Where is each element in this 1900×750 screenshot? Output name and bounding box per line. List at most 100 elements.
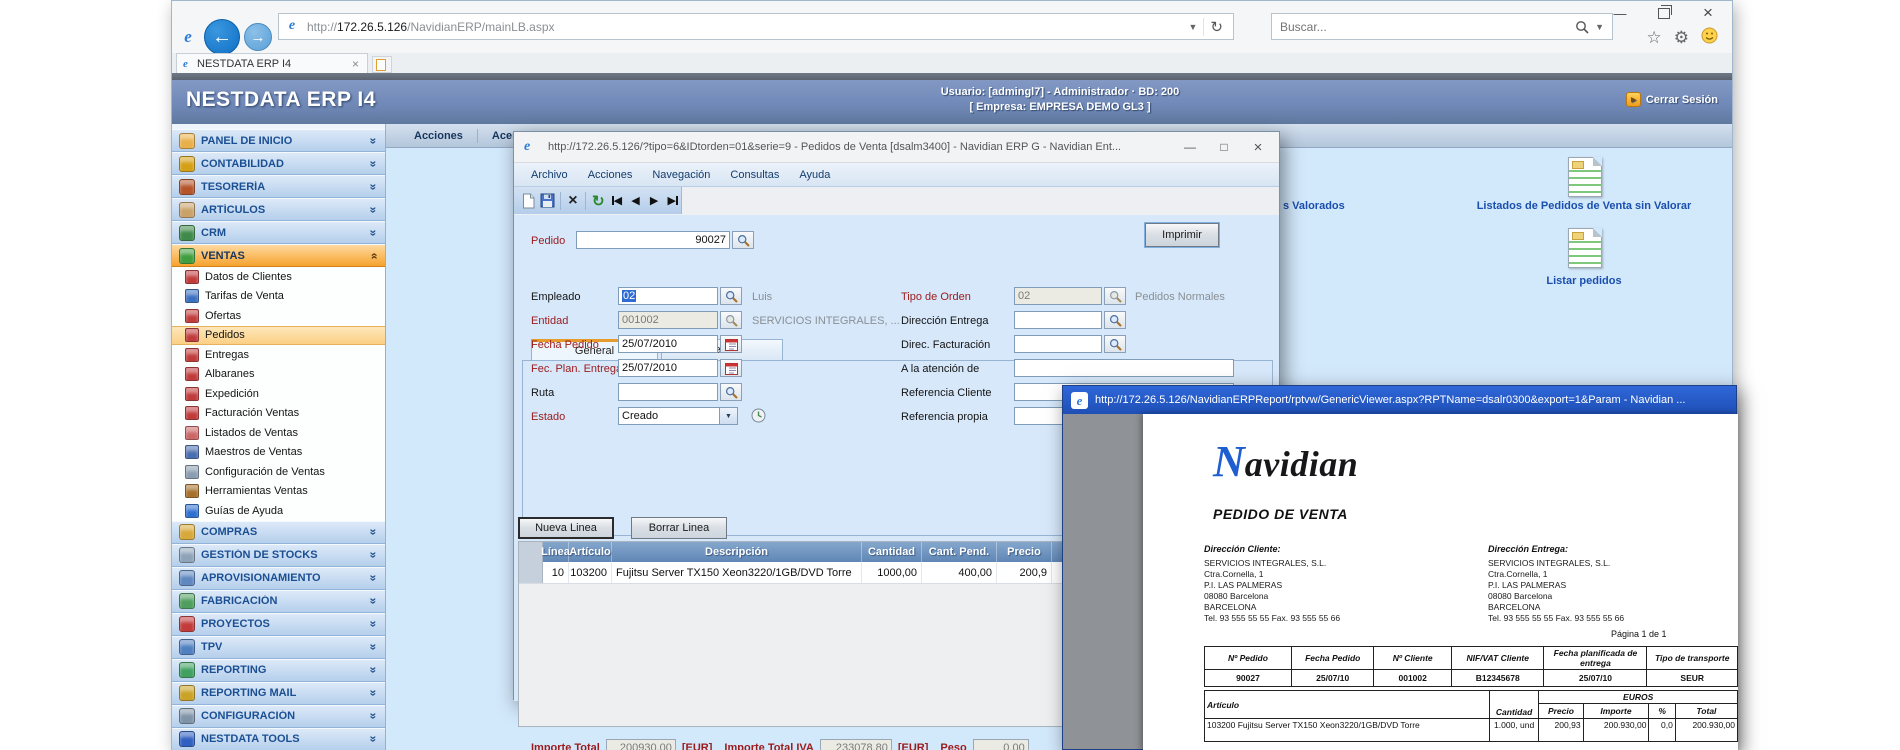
tipo-orden-lookup-button[interactable]	[1104, 287, 1126, 305]
direc-facturacion-lookup-button[interactable]	[1104, 335, 1126, 353]
atencion-input[interactable]	[1014, 359, 1234, 377]
estado-select[interactable]: Creado ▼	[618, 407, 738, 425]
forward-button[interactable]: →	[244, 23, 272, 51]
grid-header-descripcion[interactable]: Descripción	[612, 542, 862, 562]
sidebar-item-gestion-de-stocks[interactable]: GESTIÓN DE STOCKS »	[172, 544, 385, 567]
menu-acciones[interactable]: Acciones	[404, 128, 473, 144]
popup-maximize-button[interactable]: □	[1207, 135, 1241, 159]
sidebar-item-compras[interactable]: COMPRAS »	[172, 521, 385, 544]
sidebar-item-reporting[interactable]: REPORTING »	[172, 659, 385, 682]
sidebar-item-tarifas-de-venta[interactable]: Tarifas de Venta »	[172, 287, 385, 307]
sidebar-item-panel-de-inicio[interactable]: PANEL DE INICIO »	[172, 129, 385, 152]
back-button[interactable]: ←	[204, 19, 240, 55]
fec-plan-entrega-input[interactable]: 25/07/2010	[618, 359, 718, 377]
fec-plan-entrega-label: Fec. Plan. Entrega	[531, 363, 622, 375]
sidebar-item-crm[interactable]: CRM »	[172, 221, 385, 244]
grid-header-linea[interactable]: Línea	[543, 542, 569, 562]
sidebar-item-ofertas[interactable]: Ofertas »	[172, 306, 385, 326]
grid-row-selector[interactable]	[519, 562, 543, 583]
report-icon-sin-valorar[interactable]	[1568, 157, 1602, 197]
fecha-pedido-calendar-button[interactable]	[720, 335, 742, 353]
direccion-entrega-input[interactable]	[1014, 311, 1102, 329]
sidebar-item-maestros-de-ventas[interactable]: Maestros de Ventas »	[172, 443, 385, 463]
first-record-button[interactable]: ◀	[609, 189, 626, 213]
link-sin-valorar[interactable]: Listados de Pedidos de Venta sin Valorar	[1477, 200, 1692, 212]
save-button[interactable]	[539, 189, 556, 213]
last-record-button[interactable]: ▶	[664, 189, 681, 213]
grid-header-cant-pend[interactable]: Cant. Pend.	[922, 542, 997, 562]
autocomplete-dropdown-icon[interactable]: ▼	[1183, 22, 1204, 32]
new-tab-button[interactable]	[372, 56, 392, 73]
grid-header-precio[interactable]: Precio	[997, 542, 1052, 562]
sidebar-item-fabricacion[interactable]: FABRICACIÓN »	[172, 590, 385, 613]
sidebar-item-expedicion[interactable]: Expedición »	[172, 384, 385, 404]
link-listar-pedidos[interactable]: Listar pedidos	[1546, 275, 1621, 287]
grid-header-cantidad[interactable]: Cantidad	[862, 542, 922, 562]
sidebar-item-reporting-mail[interactable]: REPORTING MAIL »	[172, 682, 385, 705]
empleado-input[interactable]: 02	[618, 287, 718, 305]
new-record-button[interactable]	[520, 189, 537, 213]
entidad-lookup-button[interactable]	[720, 311, 742, 329]
popup-close-button[interactable]: ×	[1241, 135, 1275, 159]
direccion-entrega-lookup-button[interactable]	[1104, 311, 1126, 329]
imprimir-button[interactable]: Imprimir	[1145, 223, 1219, 247]
estado-history-icon[interactable]	[750, 407, 767, 429]
popup-title-bar[interactable]: e http://172.26.5.126/?tipo=6&IDtorden=0…	[514, 132, 1279, 163]
report-icon-listar-pedidos[interactable]	[1568, 228, 1602, 268]
sidebar-item-tpv[interactable]: TPV »	[172, 636, 385, 659]
empleado-lookup-button[interactable]	[720, 287, 742, 305]
sidebar-item-proyectos[interactable]: PROYECTOS »	[172, 613, 385, 636]
search-input[interactable]	[1272, 20, 1571, 34]
next-record-button[interactable]: ▶	[646, 189, 663, 213]
smiley-feedback-icon[interactable]	[1701, 27, 1718, 49]
sidebar-item-contabilidad[interactable]: CONTABILIDAD »	[172, 152, 385, 175]
popup-minimize-button[interactable]: —	[1173, 135, 1207, 159]
sidebar-item-listados-de-ventas[interactable]: Listados de Ventas »	[172, 423, 385, 443]
sidebar-item-guias-de-ayuda[interactable]: Guías de Ayuda »	[172, 501, 385, 521]
tab-close-icon[interactable]: ×	[350, 57, 361, 71]
sidebar-item-aprovisionamiento[interactable]: APROVISIONAMIENTO »	[172, 567, 385, 590]
delete-record-button[interactable]: ×	[565, 189, 582, 213]
favorites-star-icon[interactable]: ☆	[1647, 28, 1662, 48]
logout-button[interactable]: ▸ Cerrar Sesión	[1626, 92, 1718, 107]
link-valorados-partial[interactable]: s Valorados	[1283, 200, 1345, 212]
popup-menu-archivo[interactable]: Archivo	[522, 166, 577, 184]
nueva-linea-button[interactable]: Nueva Linea	[518, 517, 614, 539]
popup-menu-ayuda[interactable]: Ayuda	[790, 166, 839, 184]
sidebar-item-facturacion-ventas[interactable]: Facturación Ventas »	[172, 404, 385, 424]
popup-menu-acciones[interactable]: Acciones	[579, 166, 642, 184]
sidebar-item-ventas[interactable]: VENTAS »	[172, 244, 385, 267]
ruta-lookup-button[interactable]	[720, 383, 742, 401]
refresh-icon[interactable]: ↻	[1203, 18, 1229, 36]
tab-nestdata-erp[interactable]: e NESTDATA ERP I4 ×	[176, 53, 368, 73]
sidebar-item-herramientas-ventas[interactable]: Herramientas Ventas »	[172, 482, 385, 502]
sidebar-item-articulos[interactable]: ARTÍCULOS »	[172, 198, 385, 221]
minimize-button[interactable]: —	[1598, 1, 1642, 25]
sidebar-item-datos-de-clientes[interactable]: Datos de Clientes »	[172, 267, 385, 287]
previous-record-button[interactable]: ◀	[627, 189, 644, 213]
refresh-record-button[interactable]: ↻	[590, 189, 607, 213]
settings-gear-icon[interactable]: ⚙	[1674, 28, 1689, 48]
sidebar-item-nestdata-tools[interactable]: NESTDATA TOOLS »	[172, 728, 385, 750]
close-button[interactable]: ×	[1686, 1, 1730, 25]
popup-menu-consultas[interactable]: Consultas	[721, 166, 788, 184]
borrar-linea-button[interactable]: Borrar Linea	[631, 517, 727, 539]
fec-plan-entrega-calendar-button[interactable]	[720, 359, 742, 377]
sidebar-item-configuracion[interactable]: CONFIGURACIÓN »	[172, 705, 385, 728]
pedido-input[interactable]: 90027	[576, 231, 730, 249]
report-title-bar[interactable]: e http://172.26.5.126/NavidianERPReport/…	[1063, 386, 1736, 414]
grid-header-articulo[interactable]: Artículo	[569, 542, 612, 562]
restore-button[interactable]	[1642, 1, 1686, 25]
fecha-pedido-input[interactable]: 25/07/2010	[618, 335, 718, 353]
direc-facturacion-input[interactable]	[1014, 335, 1102, 353]
sidebar-item-tesoreria[interactable]: TESORERÍA »	[172, 175, 385, 198]
ruta-input[interactable]	[618, 383, 718, 401]
sidebar-item-entregas[interactable]: Entregas »	[172, 345, 385, 365]
search-icon[interactable]	[1571, 20, 1593, 34]
sidebar-item-configuracion-de-ventas[interactable]: Configuración de Ventas »	[172, 462, 385, 482]
popup-menu-navegacion[interactable]: Navegación	[643, 166, 719, 184]
address-bar[interactable]: e http://172.26.5.126/NavidianERP/mainLB…	[278, 13, 1234, 40]
sidebar-item-albaranes[interactable]: Albaranes »	[172, 365, 385, 385]
sidebar-item-pedidos[interactable]: Pedidos »	[172, 326, 385, 346]
pedido-lookup-button[interactable]	[732, 231, 754, 249]
